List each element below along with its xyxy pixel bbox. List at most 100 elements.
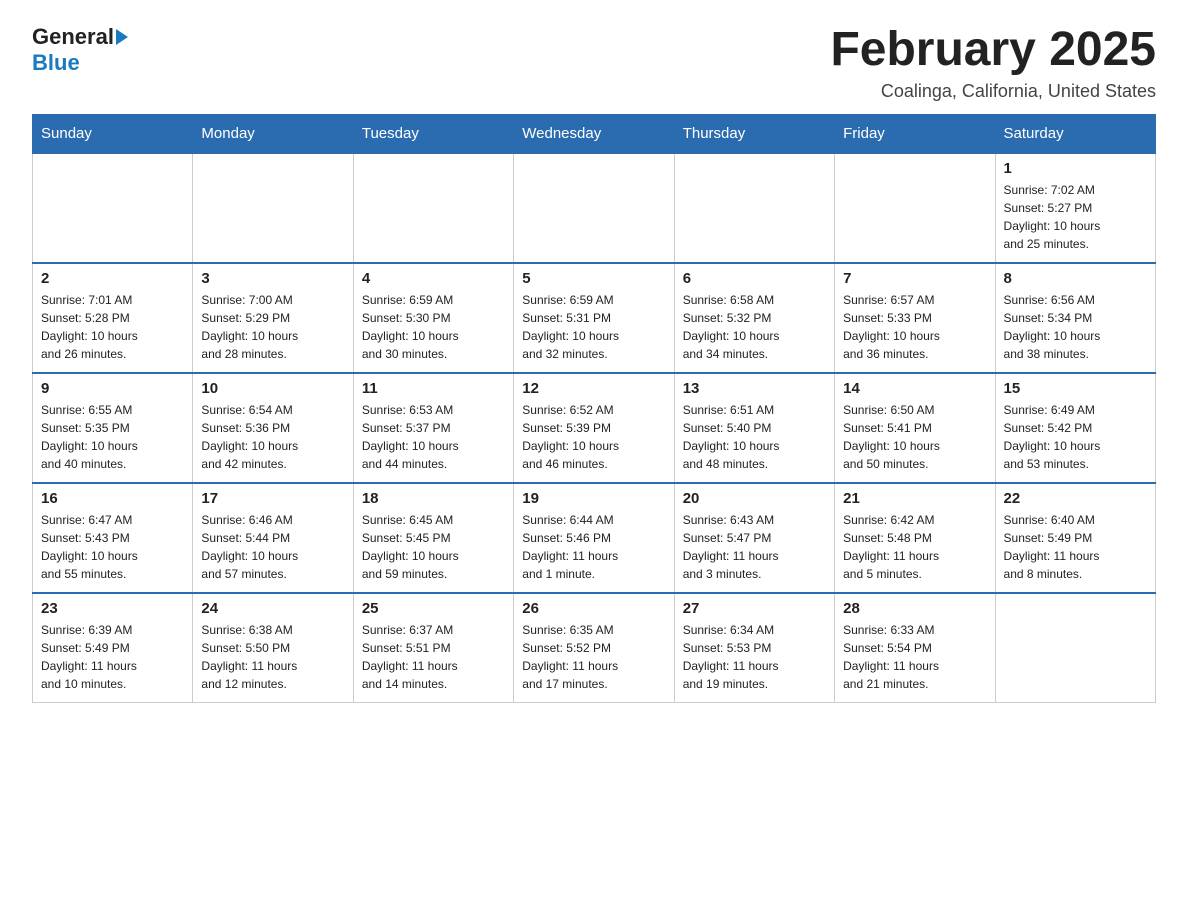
- day-number: 2: [41, 270, 184, 287]
- day-number: 25: [362, 600, 505, 617]
- day-info: Sunrise: 6:55 AMSunset: 5:35 PMDaylight:…: [41, 401, 184, 473]
- logo-blue-text: Blue: [32, 50, 80, 75]
- day-info: Sunrise: 6:49 AMSunset: 5:42 PMDaylight:…: [1004, 401, 1147, 473]
- calendar-cell: 26Sunrise: 6:35 AMSunset: 5:52 PMDayligh…: [514, 593, 674, 703]
- calendar-week-row: 9 Sunrise: 6:55 AMSunset: 5:35 PMDaylight…: [33, 373, 1156, 483]
- calendar-week-row: 2 Sunrise: 7:01 AMSunset: 5:28 PMDaylight…: [33, 263, 1156, 373]
- day-info: Sunrise: 6:58 AMSunset: 5:32 PMDaylight:…: [683, 291, 826, 363]
- day-number: 1: [1004, 160, 1147, 177]
- weekday-header-thursday: Thursday: [674, 114, 834, 153]
- calendar-body: 1Sunrise: 7:02 AMSunset: 5:27 PMDaylight…: [33, 153, 1156, 703]
- day-info: Sunrise: 6:59 AMSunset: 5:31 PMDaylight:…: [522, 291, 665, 363]
- logo-arrow-icon: [116, 29, 128, 45]
- calendar-cell: [995, 593, 1155, 703]
- day-number: 5: [522, 270, 665, 287]
- day-info: Sunrise: 6:51 AMSunset: 5:40 PMDaylight:…: [683, 401, 826, 473]
- calendar-cell: 23 Sunrise: 6:39 AMSunset: 5:49 PMDayligh…: [33, 593, 193, 703]
- calendar-cell: 18 Sunrise: 6:45 AMSunset: 5:45 PMDayligh…: [353, 483, 513, 593]
- day-number: 18: [362, 490, 505, 507]
- day-number: 15: [1004, 380, 1147, 397]
- page-header: General Blue February 2025 Coalinga, Cal…: [32, 24, 1156, 102]
- location-subtitle: Coalinga, California, United States: [830, 81, 1156, 102]
- calendar-cell: [514, 153, 674, 263]
- day-info: Sunrise: 6:44 AMSunset: 5:46 PMDaylight:…: [522, 511, 665, 583]
- calendar-cell: 25 Sunrise: 6:37 AMSunset: 5:51 PMDayligh…: [353, 593, 513, 703]
- calendar-cell: 12 Sunrise: 6:52 AMSunset: 5:39 PMDayligh…: [514, 373, 674, 483]
- day-number: 19: [522, 490, 665, 507]
- calendar-cell: [835, 153, 995, 263]
- calendar-cell: 5 Sunrise: 6:59 AMSunset: 5:31 PMDaylight…: [514, 263, 674, 373]
- title-block: February 2025 Coalinga, California, Unit…: [830, 24, 1156, 102]
- day-number: 13: [683, 380, 826, 397]
- day-info: Sunrise: 6:34 AMSunset: 5:53 PMDaylight:…: [683, 621, 826, 693]
- calendar-cell: 2 Sunrise: 7:01 AMSunset: 5:28 PMDaylight…: [33, 263, 193, 373]
- calendar-cell: 20Sunrise: 6:43 AMSunset: 5:47 PMDayligh…: [674, 483, 834, 593]
- calendar-cell: 6 Sunrise: 6:58 AMSunset: 5:32 PMDaylight…: [674, 263, 834, 373]
- day-info: Sunrise: 6:46 AMSunset: 5:44 PMDaylight:…: [201, 511, 344, 583]
- weekday-header-tuesday: Tuesday: [353, 114, 513, 153]
- day-number: 27: [683, 600, 826, 617]
- calendar-cell: 21 Sunrise: 6:42 AMSunset: 5:48 PMDayligh…: [835, 483, 995, 593]
- weekday-header-wednesday: Wednesday: [514, 114, 674, 153]
- day-info: Sunrise: 6:42 AMSunset: 5:48 PMDaylight:…: [843, 511, 986, 583]
- weekday-header-friday: Friday: [835, 114, 995, 153]
- day-info: Sunrise: 7:01 AMSunset: 5:28 PMDaylight:…: [41, 291, 184, 363]
- calendar-week-row: 16 Sunrise: 6:47 AMSunset: 5:43 PMDayligh…: [33, 483, 1156, 593]
- day-info: Sunrise: 6:45 AMSunset: 5:45 PMDaylight:…: [362, 511, 505, 583]
- day-number: 8: [1004, 270, 1147, 287]
- logo-general-text: General: [32, 24, 114, 50]
- calendar-week-row: 1Sunrise: 7:02 AMSunset: 5:27 PMDaylight…: [33, 153, 1156, 263]
- weekday-header-row: SundayMondayTuesdayWednesdayThursdayFrid…: [33, 114, 1156, 153]
- calendar-cell: 27 Sunrise: 6:34 AMSunset: 5:53 PMDayligh…: [674, 593, 834, 703]
- calendar-cell: 19 Sunrise: 6:44 AMSunset: 5:46 PMDayligh…: [514, 483, 674, 593]
- calendar-week-row: 23 Sunrise: 6:39 AMSunset: 5:49 PMDayligh…: [33, 593, 1156, 703]
- day-number: 3: [201, 270, 344, 287]
- calendar-cell: 24Sunrise: 6:38 AMSunset: 5:50 PMDayligh…: [193, 593, 353, 703]
- day-number: 6: [683, 270, 826, 287]
- day-info: Sunrise: 6:57 AMSunset: 5:33 PMDaylight:…: [843, 291, 986, 363]
- day-info: Sunrise: 6:53 AMSunset: 5:37 PMDaylight:…: [362, 401, 505, 473]
- day-number: 11: [362, 380, 505, 397]
- day-number: 14: [843, 380, 986, 397]
- day-info: Sunrise: 6:54 AMSunset: 5:36 PMDaylight:…: [201, 401, 344, 473]
- calendar-cell: [193, 153, 353, 263]
- calendar-cell: 8Sunrise: 6:56 AMSunset: 5:34 PMDaylight…: [995, 263, 1155, 373]
- calendar-cell: 22Sunrise: 6:40 AMSunset: 5:49 PMDayligh…: [995, 483, 1155, 593]
- day-info: Sunrise: 6:33 AMSunset: 5:54 PMDaylight:…: [843, 621, 986, 693]
- calendar-cell: 16 Sunrise: 6:47 AMSunset: 5:43 PMDayligh…: [33, 483, 193, 593]
- day-info: Sunrise: 6:59 AMSunset: 5:30 PMDaylight:…: [362, 291, 505, 363]
- month-title: February 2025: [830, 24, 1156, 77]
- calendar-cell: 7 Sunrise: 6:57 AMSunset: 5:33 PMDaylight…: [835, 263, 995, 373]
- day-info: Sunrise: 6:47 AMSunset: 5:43 PMDaylight:…: [41, 511, 184, 583]
- calendar-cell: [353, 153, 513, 263]
- day-number: 17: [201, 490, 344, 507]
- calendar-header: SundayMondayTuesdayWednesdayThursdayFrid…: [33, 114, 1156, 153]
- day-info: Sunrise: 6:39 AMSunset: 5:49 PMDaylight:…: [41, 621, 184, 693]
- day-info: Sunrise: 6:52 AMSunset: 5:39 PMDaylight:…: [522, 401, 665, 473]
- calendar-cell: 3 Sunrise: 7:00 AMSunset: 5:29 PMDaylight…: [193, 263, 353, 373]
- day-info: Sunrise: 7:00 AMSunset: 5:29 PMDaylight:…: [201, 291, 344, 363]
- day-number: 21: [843, 490, 986, 507]
- calendar-cell: [674, 153, 834, 263]
- calendar-cell: 28Sunrise: 6:33 AMSunset: 5:54 PMDayligh…: [835, 593, 995, 703]
- logo: General Blue: [32, 24, 128, 76]
- day-number: 7: [843, 270, 986, 287]
- calendar-cell: 4 Sunrise: 6:59 AMSunset: 5:30 PMDaylight…: [353, 263, 513, 373]
- day-info: Sunrise: 6:37 AMSunset: 5:51 PMDaylight:…: [362, 621, 505, 693]
- calendar-cell: 1Sunrise: 7:02 AMSunset: 5:27 PMDaylight…: [995, 153, 1155, 263]
- day-number: 16: [41, 490, 184, 507]
- day-number: 4: [362, 270, 505, 287]
- calendar-cell: 10Sunrise: 6:54 AMSunset: 5:36 PMDayligh…: [193, 373, 353, 483]
- day-number: 9: [41, 380, 184, 397]
- day-number: 26: [522, 600, 665, 617]
- calendar-cell: 15 Sunrise: 6:49 AMSunset: 5:42 PMDayligh…: [995, 373, 1155, 483]
- day-info: Sunrise: 6:50 AMSunset: 5:41 PMDaylight:…: [843, 401, 986, 473]
- day-number: 23: [41, 600, 184, 617]
- calendar-cell: 13 Sunrise: 6:51 AMSunset: 5:40 PMDayligh…: [674, 373, 834, 483]
- weekday-header-sunday: Sunday: [33, 114, 193, 153]
- calendar-cell: 14 Sunrise: 6:50 AMSunset: 5:41 PMDayligh…: [835, 373, 995, 483]
- weekday-header-saturday: Saturday: [995, 114, 1155, 153]
- day-info: Sunrise: 6:43 AMSunset: 5:47 PMDaylight:…: [683, 511, 826, 583]
- day-number: 12: [522, 380, 665, 397]
- day-info: Sunrise: 6:40 AMSunset: 5:49 PMDaylight:…: [1004, 511, 1147, 583]
